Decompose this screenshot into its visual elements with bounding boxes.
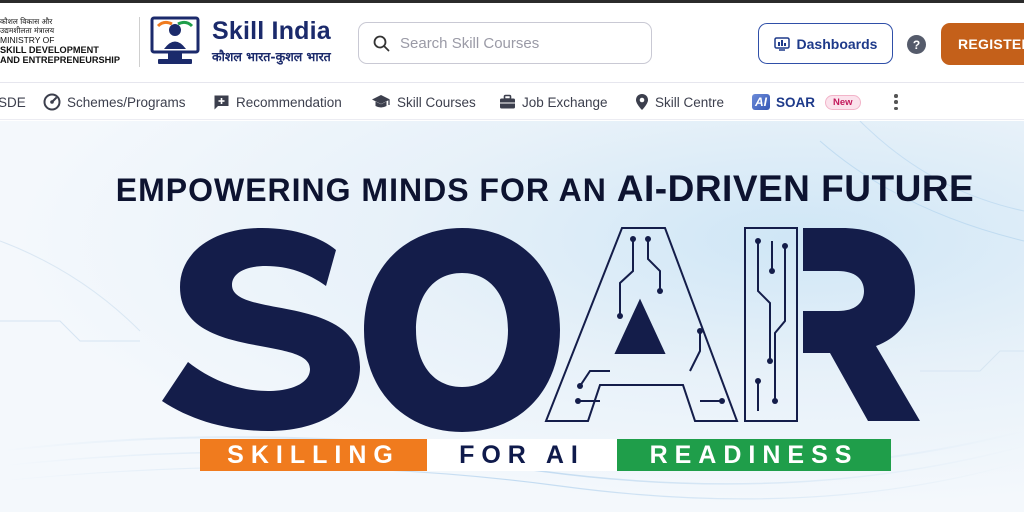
nav-item-soar[interactable]: AI SOAR New bbox=[752, 84, 861, 120]
nav-item-label: Job Exchange bbox=[522, 94, 608, 110]
ministry-logo-text[interactable]: कौशल विकास और उद्यमशीलता मंत्रालय MINIST… bbox=[0, 17, 136, 65]
add-comment-icon bbox=[214, 95, 229, 109]
briefcase-icon bbox=[500, 94, 515, 109]
nav-item-label: Skill Centre bbox=[655, 94, 725, 110]
brand-title: Skill India bbox=[212, 17, 331, 45]
nav-item-schemes[interactable]: Schemes/Programs bbox=[43, 84, 186, 120]
strip-skilling: SKILLING bbox=[200, 439, 427, 471]
strip-for-ai: FOR AI bbox=[427, 439, 617, 471]
register-button[interactable]: REGISTER bbox=[941, 23, 1024, 65]
ministry-line3: AND ENTREPRENEURSHIP bbox=[0, 55, 120, 65]
new-badge: New bbox=[825, 94, 861, 110]
skill-india-emblem-icon[interactable] bbox=[150, 16, 200, 68]
more-menu-icon[interactable] bbox=[889, 92, 903, 112]
soar-letter-r-stem bbox=[744, 227, 798, 422]
main-nav: SDE Schemes/Programs Recommendation Skil… bbox=[0, 84, 1024, 120]
brand-tagline-hindi: कौशल भारत-कुशल भारत bbox=[212, 49, 331, 64]
ministry-hindi-line2: उद्यमशीलता मंत्रालय bbox=[0, 26, 55, 35]
help-icon[interactable]: ? bbox=[907, 35, 926, 54]
ai-icon: AI bbox=[752, 94, 770, 110]
header-divider bbox=[139, 17, 140, 67]
hero-banner[interactable]: EMPOWERING MINDS FOR AN AI-DRIVEN FUTURE bbox=[0, 121, 1024, 512]
nav-item-job-exchange[interactable]: Job Exchange bbox=[499, 84, 608, 120]
speedometer-icon bbox=[43, 93, 61, 111]
nav-item-label: Skill Courses bbox=[397, 94, 476, 110]
soar-letter-a-circuit bbox=[544, 227, 739, 422]
dashboards-button[interactable]: Dashboards bbox=[758, 23, 893, 64]
search-box[interactable] bbox=[358, 22, 652, 64]
nav-item-label: Schemes/Programs bbox=[67, 94, 186, 110]
location-pin-icon bbox=[636, 94, 648, 110]
strip-readiness: READINESS bbox=[617, 439, 891, 471]
ministry-line2: SKILL DEVELOPMENT bbox=[0, 45, 99, 55]
nav-item-skill-centre[interactable]: Skill Centre bbox=[635, 84, 724, 120]
nav-item-label: SDE bbox=[0, 94, 26, 110]
nav-item-sde[interactable]: SDE bbox=[0, 84, 26, 120]
nav-item-skill-courses[interactable]: Skill Courses bbox=[371, 84, 476, 120]
site-header: कौशल विकास और उद्यमशीलता मंत्रालय MINIST… bbox=[0, 3, 1024, 83]
ministry-line1: MINISTRY OF bbox=[0, 35, 55, 45]
brand-block[interactable]: Skill India कौशल भारत-कुशल भारत bbox=[212, 17, 331, 65]
nav-item-label: Recommendation bbox=[236, 94, 342, 110]
soar-letter-s bbox=[162, 228, 360, 431]
dashboards-label: Dashboards bbox=[796, 35, 878, 52]
soar-letter-o bbox=[364, 228, 560, 432]
search-input[interactable] bbox=[400, 34, 640, 52]
graduation-cap-icon bbox=[372, 95, 390, 108]
soar-letter-r-bowl bbox=[803, 228, 920, 421]
ministry-hindi-line1: कौशल विकास और bbox=[0, 17, 53, 26]
nav-item-recommendation[interactable]: Recommendation bbox=[213, 84, 342, 120]
search-icon bbox=[373, 35, 390, 51]
dashboard-icon bbox=[773, 36, 790, 51]
nav-item-label: SOAR bbox=[776, 94, 816, 110]
